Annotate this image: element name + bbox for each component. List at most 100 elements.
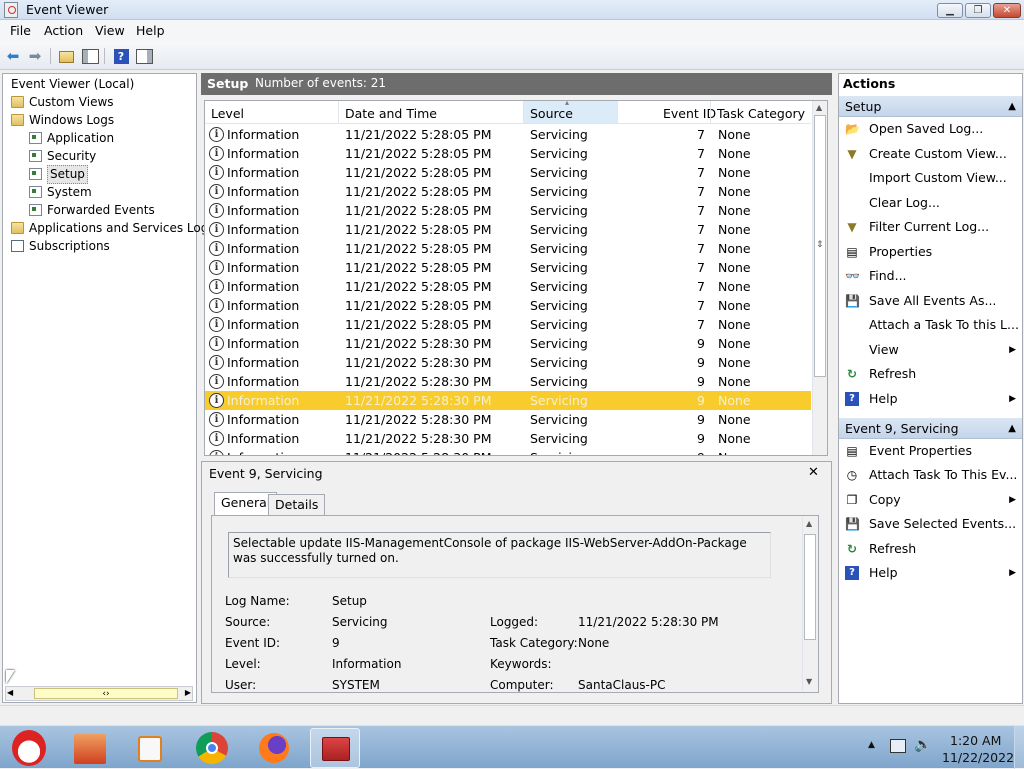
detail-vertical-scrollbar[interactable]: ▲ ▼ bbox=[802, 517, 817, 691]
clock-date[interactable]: 11/22/2022 bbox=[942, 750, 1014, 765]
show-hide-console-tree-icon[interactable] bbox=[80, 46, 100, 66]
event-viewer-taskbar-button[interactable] bbox=[310, 728, 360, 768]
table-row[interactable]: i Information 11/21/2022 5:28:05 PM Servici… bbox=[205, 220, 811, 239]
chrome-icon[interactable] bbox=[188, 728, 238, 768]
up-folder-icon[interactable] bbox=[56, 46, 76, 66]
table-row[interactable]: i Information 11/21/2022 5:28:05 PM Servici… bbox=[205, 239, 811, 258]
table-row[interactable]: i Information 11/21/2022 5:28:05 PM Servici… bbox=[205, 125, 811, 144]
event-action-item-5[interactable]: ? Help ▶ bbox=[839, 562, 1022, 586]
clock-time[interactable]: 1:20 AM bbox=[950, 733, 1001, 748]
close-window-button[interactable]: ✕ bbox=[993, 3, 1021, 18]
back-arrow-icon[interactable]: ⬅ bbox=[3, 46, 23, 66]
tray-overflow-icon[interactable]: ▲ bbox=[868, 740, 875, 750]
table-row[interactable]: iInformation 11/21/2022 5:28:30 PM Servici… bbox=[205, 391, 811, 410]
start-button-santa-icon[interactable] bbox=[4, 728, 54, 768]
table-row[interactable]: i Information 11/21/2022 5:28:05 PM Servici… bbox=[205, 315, 811, 334]
table-row[interactable]: i Information 11/21/2022 5:28:05 PM Servici… bbox=[205, 144, 811, 163]
scrollbar-thumb[interactable]: ‹› bbox=[34, 688, 178, 699]
event-action-item-0[interactable]: ▤ Event Properties bbox=[839, 440, 1022, 464]
tree-node-custom-views[interactable]: Custom Views bbox=[7, 93, 192, 111]
firefox-icon[interactable] bbox=[250, 728, 300, 768]
tree-node-setup[interactable]: Setup bbox=[7, 164, 192, 184]
help-icon[interactable]: ? bbox=[111, 46, 131, 66]
network-icon[interactable] bbox=[890, 739, 906, 753]
maximize-button[interactable]: ❐ bbox=[965, 3, 991, 18]
action-item-10[interactable]: ↻ Refresh bbox=[839, 363, 1022, 387]
collapse-icon[interactable]: ▲ bbox=[1008, 418, 1016, 439]
action-item-5[interactable]: ▤ Properties bbox=[839, 241, 1022, 265]
show-hide-action-pane-icon[interactable] bbox=[134, 46, 154, 66]
column-divider[interactable] bbox=[617, 101, 618, 123]
column-event-id[interactable]: Event ID bbox=[663, 106, 716, 121]
scroll-down-arrow-icon[interactable]: ▼ bbox=[806, 677, 812, 686]
tab-details[interactable]: Details bbox=[268, 494, 326, 516]
column-divider[interactable] bbox=[710, 101, 711, 123]
action-item-8[interactable]: Attach a Task To this L... bbox=[839, 314, 1022, 338]
menu-file[interactable]: File bbox=[10, 23, 31, 38]
scroll-right-arrow-icon[interactable]: ▶ bbox=[185, 688, 191, 697]
table-row[interactable]: i Information 11/21/2022 5:28:05 PM Servici… bbox=[205, 163, 811, 182]
actions-section-setup[interactable]: Setup ▲ bbox=[839, 95, 1022, 117]
actions-section-event[interactable]: Event 9, Servicing ▲ bbox=[839, 417, 1022, 439]
table-row[interactable]: iInformation 11/21/2022 5:28:30 PM Servici… bbox=[205, 410, 811, 429]
collapse-icon[interactable]: ▲ bbox=[1008, 96, 1016, 117]
scroll-up-arrow-icon[interactable]: ▲ bbox=[806, 519, 812, 528]
action-item-6[interactable]: 👓 Find... bbox=[839, 265, 1022, 289]
menu-help[interactable]: Help bbox=[136, 23, 165, 38]
action-item-2[interactable]: Import Custom View... bbox=[839, 167, 1022, 191]
forward-arrow-icon[interactable]: ➡ bbox=[25, 46, 45, 66]
event-action-item-1[interactable]: ◷ Attach Task To This Ev... bbox=[839, 464, 1022, 488]
scroll-left-arrow-icon[interactable]: ◀ bbox=[7, 688, 13, 697]
toolbar-separator bbox=[50, 48, 51, 64]
tree-node-forwarded-events[interactable]: Forwarded Events bbox=[7, 201, 192, 219]
table-row[interactable]: iInformation 11/21/2022 5:28:30 PM Servici… bbox=[205, 372, 811, 391]
event-list-vertical-scrollbar[interactable]: ▲ ⇕ bbox=[812, 101, 827, 455]
menu-action[interactable]: Action bbox=[44, 23, 83, 38]
event-action-item-2[interactable]: ❐ Copy ▶ bbox=[839, 489, 1022, 513]
tree-node-security[interactable]: Security bbox=[7, 147, 192, 165]
column-divider[interactable] bbox=[338, 101, 339, 123]
tree-node-event-viewer-local[interactable]: Event Viewer (Local) bbox=[7, 75, 192, 93]
table-row[interactable]: i Information 11/21/2022 5:28:05 PM Servici… bbox=[205, 277, 811, 296]
action-item-0[interactable]: 📂 Open Saved Log... bbox=[839, 118, 1022, 142]
close-detail-icon[interactable]: ✕ bbox=[808, 465, 819, 480]
table-row[interactable]: iInformation 11/21/2022 5:28:30 PM Servici… bbox=[205, 334, 811, 353]
submenu-arrow-icon: ▶ bbox=[1009, 568, 1016, 578]
column-date-time[interactable]: Date and Time bbox=[345, 106, 437, 121]
tree-label: Custom Views bbox=[29, 94, 114, 109]
event-action-item-4[interactable]: ↻ Refresh bbox=[839, 538, 1022, 562]
level-cell: Information bbox=[227, 279, 300, 294]
table-row[interactable]: i Information 11/21/2022 5:28:05 PM Servici… bbox=[205, 258, 811, 277]
table-row[interactable]: i Information 11/21/2022 5:28:05 PM Servici… bbox=[205, 201, 811, 220]
table-row[interactable]: iInformation 11/21/2022 5:28:30 PM Servici… bbox=[205, 429, 811, 448]
tree-node-subscriptions[interactable]: Subscriptions bbox=[7, 237, 192, 255]
tree-horizontal-scrollbar[interactable]: ◀ ‹› ▶ bbox=[5, 686, 193, 701]
event-action-item-3[interactable]: 💾 Save Selected Events... bbox=[839, 513, 1022, 537]
action-item-9[interactable]: View ▶ bbox=[839, 339, 1022, 363]
action-item-4[interactable]: ▼ Filter Current Log... bbox=[839, 216, 1022, 240]
column-source[interactable]: Source bbox=[530, 106, 573, 121]
action-item-11[interactable]: ? Help ▶ bbox=[839, 388, 1022, 412]
table-row[interactable]: iInformation 11/21/2022 5:28:30 PM Servici… bbox=[205, 353, 811, 372]
minimize-button[interactable]: ▁ bbox=[937, 3, 963, 18]
tree-node-applications-and-services-logs[interactable]: Applications and Services Logs bbox=[7, 219, 215, 237]
file-explorer-icon[interactable] bbox=[66, 728, 116, 768]
column-level[interactable]: Level bbox=[211, 106, 244, 121]
table-row[interactable]: i Information 11/21/2022 5:28:05 PM Servici… bbox=[205, 296, 811, 315]
table-row[interactable]: i Information 11/21/2022 5:28:05 PM Servici… bbox=[205, 182, 811, 201]
show-desktop-button[interactable] bbox=[1014, 726, 1024, 769]
tree-node-windows-logs[interactable]: Windows Logs bbox=[7, 111, 192, 129]
media-player-icon[interactable] bbox=[126, 728, 176, 768]
action-item-1[interactable]: ▼ Create Custom View... bbox=[839, 143, 1022, 167]
tree-node-application[interactable]: Application bbox=[7, 129, 192, 147]
menu-view[interactable]: View bbox=[95, 23, 125, 38]
table-row[interactable]: iInformation 11/21/2022 5:28:30 PM Servici… bbox=[205, 448, 811, 455]
scrollbar-thumb[interactable] bbox=[804, 534, 816, 640]
volume-icon[interactable]: 🔈 bbox=[914, 737, 931, 753]
action-item-7[interactable]: 💾 Save All Events As... bbox=[839, 290, 1022, 314]
scroll-up-arrow-icon[interactable]: ▲ bbox=[816, 103, 822, 112]
column-task-category[interactable]: Task Category bbox=[717, 106, 805, 121]
action-item-3[interactable]: Clear Log... bbox=[839, 192, 1022, 216]
log-icon bbox=[29, 204, 42, 216]
tree-node-system[interactable]: System bbox=[7, 183, 192, 201]
